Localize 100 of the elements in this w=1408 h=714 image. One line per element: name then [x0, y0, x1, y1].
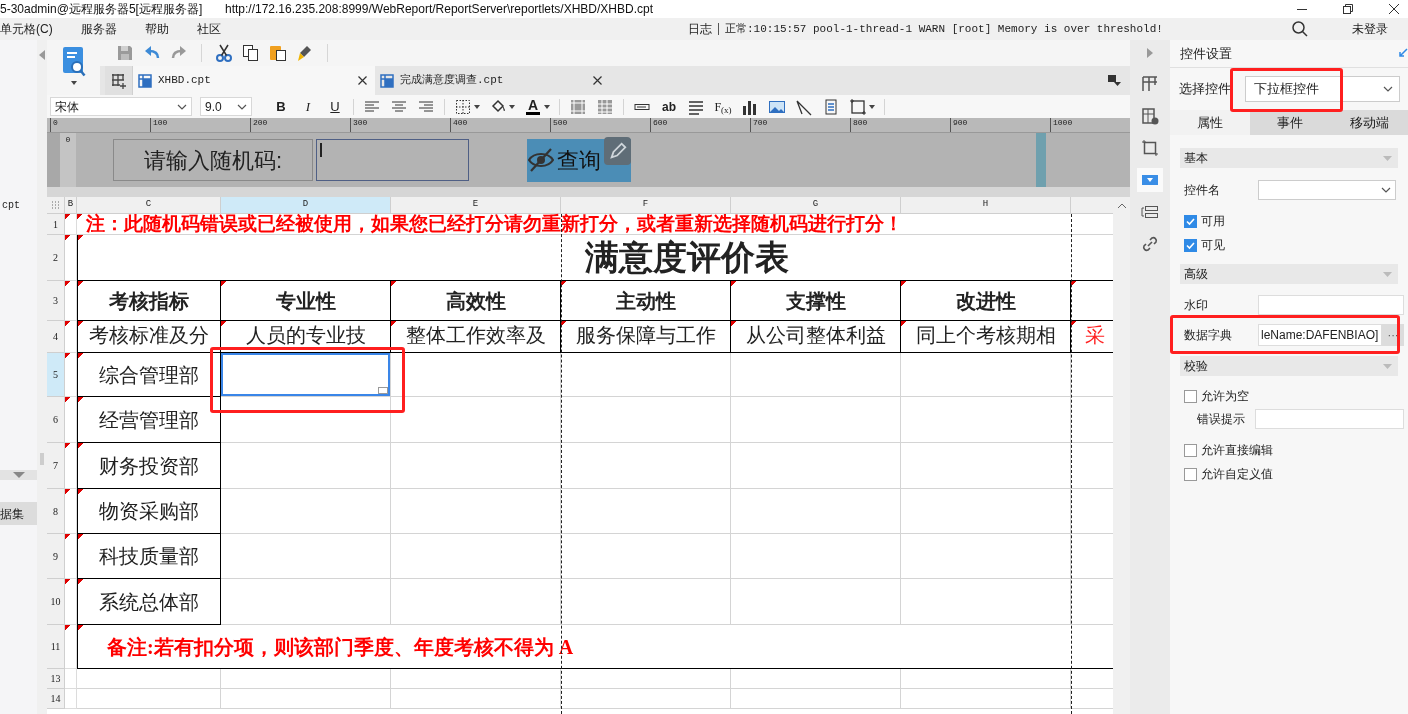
checkbox[interactable] — [1184, 443, 1197, 457]
close-icon[interactable] — [593, 76, 602, 85]
menu-item[interactable]: 服务器 — [80, 20, 117, 38]
chevron-down-icon — [237, 103, 247, 110]
row-header[interactable]: 14 — [47, 689, 65, 709]
panel-menu-icon[interactable] — [1108, 75, 1121, 86]
row-header[interactable]: 1 — [47, 214, 65, 235]
input-field[interactable] — [1258, 295, 1404, 315]
restore-icon[interactable] — [1342, 3, 1354, 15]
dictionary-field[interactable]: leName:DAFENBIAO] — [1258, 324, 1382, 346]
search-icon[interactable] — [1292, 21, 1308, 37]
panel-tab[interactable]: 移动端 — [1330, 110, 1408, 135]
collapse-bar[interactable] — [0, 470, 37, 480]
splitter-grip-icon[interactable] — [40, 453, 44, 465]
menu-item[interactable]: 社区 — [196, 20, 221, 38]
format-brush-icon[interactable] — [296, 44, 314, 62]
font-color-button[interactable]: A — [524, 98, 542, 115]
paste-icon[interactable] — [269, 44, 287, 62]
expand-arrow-icon[interactable] — [1147, 48, 1153, 58]
department-cell: 系统总体部 — [77, 579, 221, 625]
column-header[interactable]: B — [65, 197, 77, 214]
menu-item[interactable]: 帮助 — [144, 20, 169, 38]
panel-tab[interactable]: 事件 — [1250, 110, 1330, 135]
merge-cells-icon[interactable] — [569, 97, 587, 116]
query-button[interactable]: 查询 — [527, 138, 631, 182]
add-sheet-button[interactable] — [105, 66, 133, 95]
column-header[interactable]: F — [561, 197, 731, 214]
row-header[interactable]: 11 — [47, 625, 65, 669]
report-template-icon[interactable] — [60, 46, 87, 78]
dock-arrow-icon[interactable] — [1398, 47, 1408, 60]
column-header[interactable]: G — [731, 197, 901, 214]
bold-button[interactable]: B — [272, 96, 290, 117]
close-icon[interactable] — [358, 76, 367, 85]
border-rect-icon[interactable] — [849, 97, 867, 116]
italic-button[interactable]: I — [299, 96, 317, 117]
scrollbar[interactable] — [1113, 197, 1130, 714]
row-header[interactable]: 2 — [47, 235, 65, 281]
login-link[interactable]: 未登录 — [1352, 20, 1388, 38]
file-tab[interactable]: XHBD.cpt — [133, 66, 375, 95]
scissors-icon[interactable] — [215, 44, 233, 62]
ruler-label: 0 — [53, 118, 58, 127]
row-header[interactable]: 7 — [47, 443, 65, 489]
section-header[interactable]: 高级 — [1180, 264, 1398, 284]
scroll-up-icon[interactable] — [1116, 203, 1127, 209]
ruler-label: 100 — [153, 118, 168, 127]
menu-item[interactable]: 单元格(C) — [0, 20, 53, 38]
file-item[interactable]: 据集 — [0, 502, 37, 525]
text-field-button[interactable]: ab — [660, 97, 678, 116]
table-grid-icon[interactable] — [596, 97, 614, 116]
save-icon[interactable] — [116, 44, 134, 62]
field-label: 选择控件 — [1179, 80, 1232, 99]
formula-button[interactable]: F$_{(x)}$ — [714, 97, 732, 116]
window-title: 5-30admin@远程服务器5[远程服务器] — [0, 1, 204, 18]
field-label: 水印 — [1184, 297, 1209, 314]
collapse-arrow-icon[interactable] — [39, 50, 45, 60]
form-icon[interactable] — [822, 97, 840, 116]
row-header[interactable]: 3 — [47, 281, 65, 321]
font-select[interactable]: 宋体 — [50, 97, 192, 116]
widget-type-select[interactable]: 下拉框控件 — [1245, 76, 1400, 102]
table-cell — [65, 625, 77, 669]
select-all-button[interactable] — [47, 197, 65, 214]
checkbox-label: 允许为空 — [1201, 388, 1249, 405]
row-header[interactable]: 5 — [47, 353, 65, 397]
column-header[interactable]: C — [77, 197, 221, 214]
checkbox[interactable] — [1184, 214, 1197, 228]
checkbox[interactable] — [1184, 467, 1197, 481]
copy-icon[interactable] — [242, 44, 260, 62]
row-header[interactable]: 4 — [47, 321, 65, 353]
border-icon[interactable] — [454, 97, 472, 116]
warning-note: 注：此随机码错误或已经被使用，如果您已经打分请勿重新打分，或者重新选择随机码进行打分！ — [77, 214, 1113, 235]
edit-pencil-icon[interactable] — [604, 136, 631, 165]
row-header[interactable]: 9 — [47, 534, 65, 579]
selected-cell[interactable] — [221, 353, 390, 396]
column-header[interactable]: E — [391, 197, 561, 214]
column-header[interactable]: D — [221, 197, 391, 214]
close-icon[interactable] — [1388, 3, 1400, 15]
collapse-triangle-icon[interactable] — [12, 472, 25, 478]
table-cell — [1071, 281, 1113, 321]
underline-button[interactable]: U — [326, 96, 344, 117]
row-header[interactable]: 10 — [47, 579, 65, 625]
input-field[interactable] — [1255, 409, 1404, 429]
department-cell: 经营管理部 — [77, 397, 221, 443]
row-header[interactable]: 8 — [47, 489, 65, 534]
section-header[interactable]: 校验 — [1180, 356, 1398, 376]
section-header[interactable]: 基本 — [1180, 148, 1398, 168]
log-label[interactable]: 日志 — [688, 23, 719, 35]
side-tab[interactable] — [1137, 168, 1163, 192]
row-header[interactable]: 6 — [47, 397, 65, 443]
checkbox[interactable] — [1184, 389, 1197, 403]
panel-tab[interactable]: 属性 — [1170, 110, 1250, 135]
file-item[interactable]: cpt — [0, 198, 37, 212]
browse-button[interactable]: ··· — [1382, 324, 1404, 346]
font-size-select[interactable]: 9.0 — [200, 97, 252, 116]
code-input-field[interactable] — [316, 139, 469, 181]
column-header[interactable]: H — [901, 197, 1071, 214]
row-header[interactable]: 13 — [47, 669, 65, 689]
query-label[interactable]: 查询 — [557, 143, 601, 177]
chevron-down-icon — [177, 103, 187, 110]
column-heading: 支撑性 — [731, 281, 901, 321]
checkbox[interactable] — [1184, 238, 1197, 252]
